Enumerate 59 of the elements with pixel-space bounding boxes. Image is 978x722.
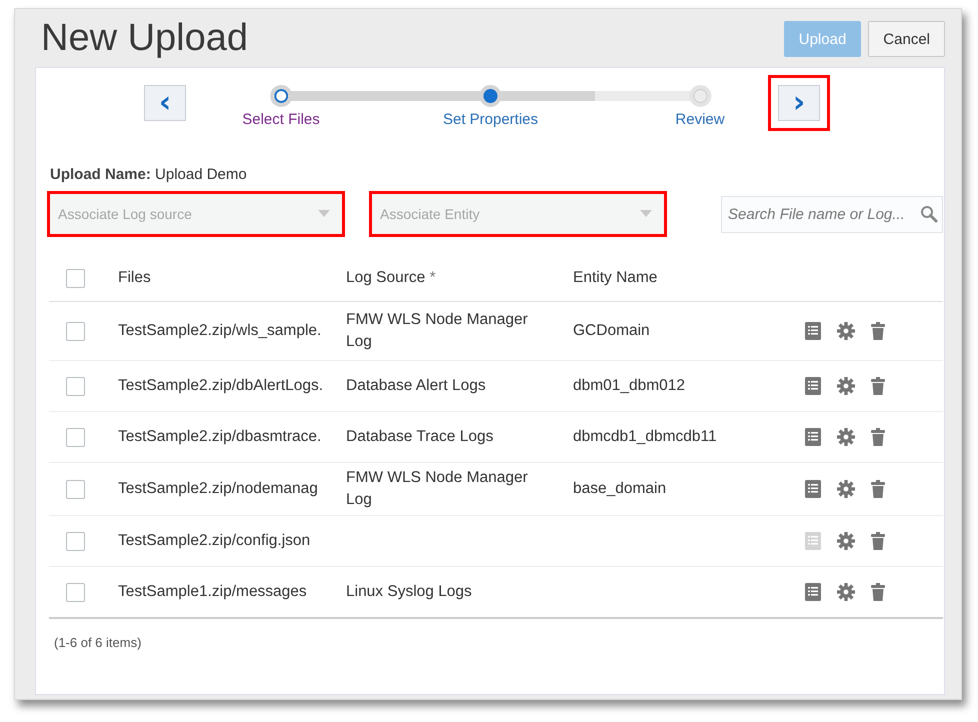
settings-icon[interactable] <box>837 532 855 550</box>
list-icon[interactable] <box>805 322 821 340</box>
search-icon <box>920 204 938 222</box>
settings-icon[interactable] <box>837 480 855 498</box>
dialog-title: New Upload <box>41 16 248 60</box>
trash-icon[interactable] <box>871 377 885 395</box>
row-checkbox[interactable] <box>66 428 85 446</box>
table-cell: TestSample1.zip/messages <box>118 583 307 600</box>
table-cell: base_domain <box>573 480 666 497</box>
list-icon[interactable] <box>805 377 821 395</box>
required-mark: * <box>430 269 436 286</box>
table-cell: Database Alert Logs <box>346 377 486 394</box>
table-cell: GCDomain <box>573 322 650 339</box>
dropdown-placeholder: Associate Entity <box>380 206 480 222</box>
cancel-button[interactable]: Cancel <box>868 21 945 57</box>
table-cell: TestSample2.zip/dbasmtrace. <box>118 428 322 445</box>
table-cell: TestSample2.zip/nodemanag <box>118 480 318 497</box>
list-icon[interactable] <box>805 428 821 446</box>
table-cell: FMW WLS Node Manager Log <box>346 311 528 350</box>
settings-icon[interactable] <box>837 428 855 446</box>
step-label[interactable]: Select Files <box>242 111 320 128</box>
table-cell: TestSample2.zip/wls_sample. <box>118 322 322 339</box>
list-icon[interactable] <box>805 480 821 498</box>
column-header[interactable]: Log Source <box>346 269 426 286</box>
trash-icon[interactable] <box>871 322 885 340</box>
table-cell: dbmcdb1_dbmcdb11 <box>573 428 717 445</box>
trash-icon[interactable] <box>871 583 885 601</box>
trash-icon[interactable] <box>871 428 885 446</box>
previous-button[interactable]: ‹ <box>144 85 186 121</box>
next-button[interactable]: › <box>778 85 820 121</box>
table-cell: Linux Syslog Logs <box>346 583 472 600</box>
select-all-checkbox[interactable] <box>66 268 85 288</box>
item-count-text: (1-6 of 6 items) <box>54 635 142 650</box>
row-checkbox[interactable] <box>66 480 85 498</box>
settings-icon[interactable] <box>837 377 855 395</box>
table-cell: FMW WLS Node Manager Log <box>346 469 528 508</box>
row-checkbox[interactable] <box>66 376 85 396</box>
settings-icon[interactable] <box>837 583 855 601</box>
row-checkbox[interactable] <box>66 582 85 602</box>
caret-icon <box>318 210 330 218</box>
dropdown-placeholder: Associate Log source <box>58 206 192 222</box>
step-indicator[interactable] <box>270 85 292 107</box>
settings-icon[interactable] <box>837 322 855 340</box>
table-cell: dbm01_dbm012 <box>573 377 686 394</box>
table-cell: TestSample2.zip/config.json <box>118 532 310 549</box>
trash-icon[interactable] <box>871 532 885 550</box>
step-label[interactable]: Set Properties <box>442 111 538 128</box>
list-icon[interactable] <box>805 583 821 601</box>
step-label[interactable]: Review <box>675 111 725 128</box>
row-checkbox[interactable] <box>66 532 85 550</box>
search-field[interactable]: Search File name or Log... <box>721 196 943 232</box>
upload-name-text: Upload Name: Upload Demo <box>50 166 248 183</box>
caret-icon <box>640 210 652 218</box>
column-header[interactable]: Files <box>118 269 151 286</box>
trash-icon[interactable] <box>871 480 885 498</box>
table-cell: Database Trace Logs <box>346 428 494 445</box>
row-checkbox[interactable] <box>66 322 85 340</box>
column-header[interactable]: Entity Name <box>573 269 658 286</box>
table-cell: TestSample2.zip/dbAlertLogs. <box>118 377 324 394</box>
